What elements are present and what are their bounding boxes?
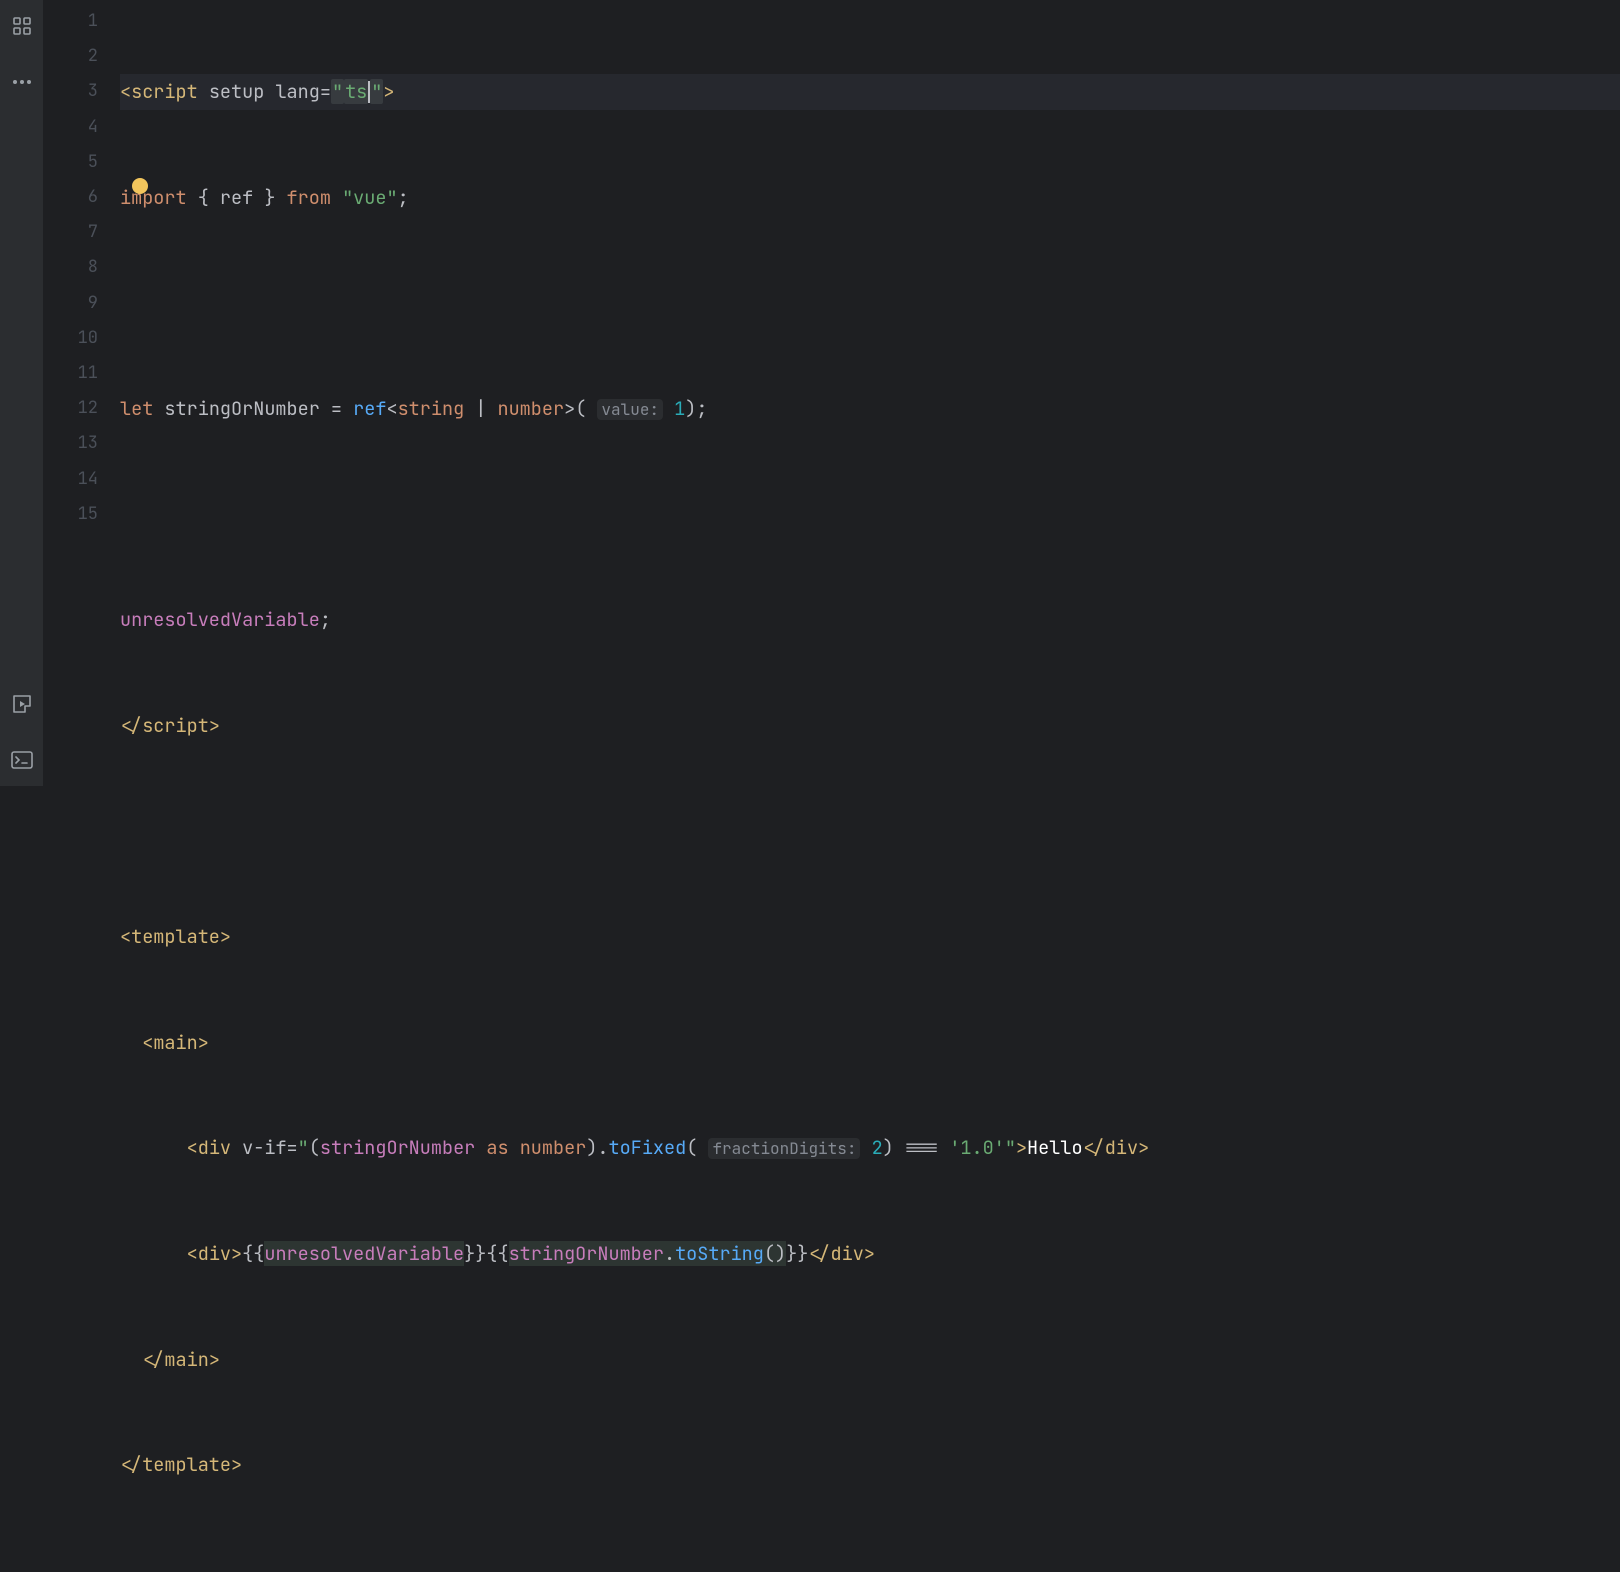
line-number: 10: [44, 321, 98, 356]
line-number: 7: [44, 215, 98, 250]
code-line: </template>: [120, 1447, 1620, 1482]
line-gutter: 1 2 3 4 5 6 7 8 9 10 11 12 13 14 15: [44, 0, 120, 786]
line-number: 6: [44, 180, 98, 215]
code-editor[interactable]: 1 2 3 4 5 6 7 8 9 10 11 12 13 14 15 <scr…: [44, 0, 1620, 786]
code-line: import { ref } from "vue";: [120, 180, 1620, 215]
line-number: 5: [44, 145, 98, 180]
code-line: [120, 497, 1620, 532]
code-area[interactable]: <script setup lang="ts"> import { ref } …: [120, 0, 1620, 786]
inlay-hint: fractionDigits:: [708, 1138, 860, 1159]
code-line: [120, 286, 1620, 321]
line-number: 11: [44, 356, 98, 391]
code-line: unresolvedVariable;: [120, 602, 1620, 637]
code-line: [120, 814, 1620, 849]
code-line: </main>: [120, 1342, 1620, 1377]
code-line: <main>: [120, 1025, 1620, 1060]
code-line: <script setup lang="ts">: [120, 74, 1620, 109]
code-line: </script>: [120, 708, 1620, 743]
line-number: 4: [44, 110, 98, 145]
line-number: 1: [44, 4, 98, 39]
code-line: <div v-if="(stringOrNumber as number).to…: [120, 1130, 1620, 1165]
more-icon[interactable]: [10, 70, 34, 94]
lightbulb-icon[interactable]: [132, 178, 148, 194]
terminal-icon[interactable]: [10, 748, 34, 772]
code-line: [120, 1553, 1620, 1572]
line-number: 3: [44, 74, 98, 109]
apps-icon[interactable]: [10, 14, 34, 38]
line-number: 14: [44, 462, 98, 497]
line-number: 12: [44, 391, 98, 426]
line-number: 15: [44, 497, 98, 532]
code-line: <div>{{unresolvedVariable}}{{stringOrNum…: [120, 1236, 1620, 1271]
tool-sidebar: [0, 0, 44, 786]
line-number: 8: [44, 250, 98, 285]
line-number: 9: [44, 286, 98, 321]
inlay-hint: value:: [597, 399, 663, 420]
line-number: 2: [44, 39, 98, 74]
code-line: <template>: [120, 919, 1620, 954]
run-icon[interactable]: [10, 692, 34, 716]
code-line: let stringOrNumber = ref<string | number…: [120, 391, 1620, 426]
line-number: 13: [44, 426, 98, 461]
